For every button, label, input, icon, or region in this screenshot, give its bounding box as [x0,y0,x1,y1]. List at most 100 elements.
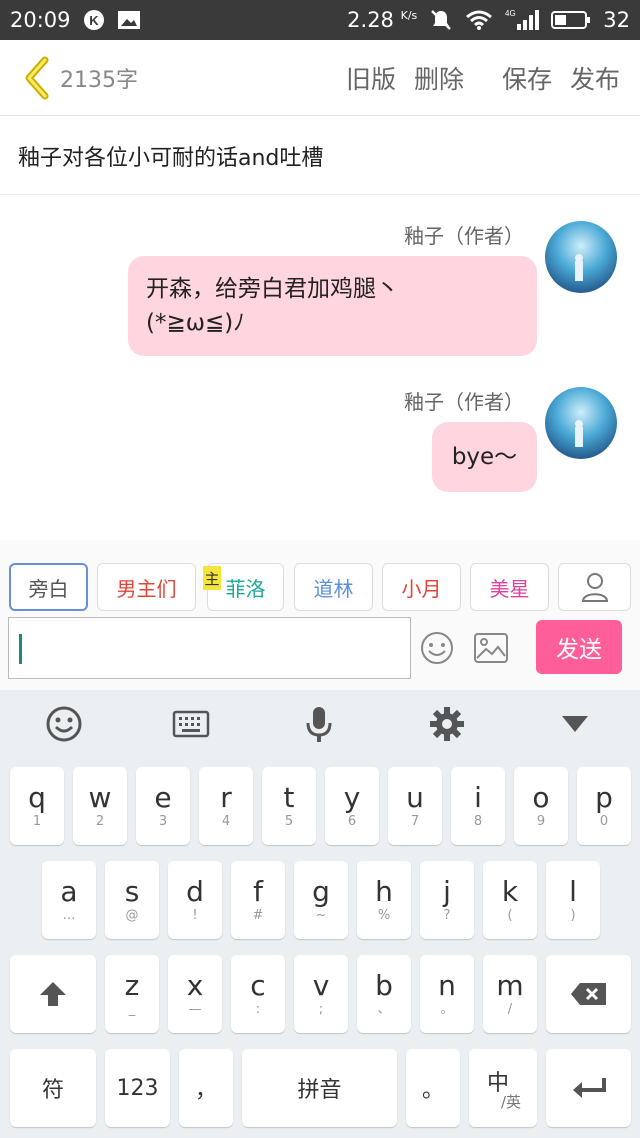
message-text: 开森，给旁白君加鸡腿丶 [146,276,399,302]
key-alt: ~ [315,908,327,923]
message-bubble[interactable]: 开森，给旁白君加鸡腿丶 (*≧ω≦)ﾉ [128,256,537,356]
key-m[interactable]: m / [483,955,537,1033]
role-label: 男主们 [116,576,177,601]
story-title[interactable]: 釉子对各位小可耐的话and吐槽 [0,117,640,195]
key-r[interactable]: r4 [199,767,253,845]
role-label: 小月 [401,576,442,601]
key-j[interactable]: j? [420,861,474,939]
enter-key[interactable] [546,1049,631,1127]
mute-bell-icon [429,8,453,32]
key-d[interactable]: d! [168,861,222,939]
key-c[interactable]: c: [231,955,285,1033]
key-char: 拼音 [297,1078,342,1103]
keyboard-settings-button[interactable] [427,704,467,744]
gear-icon [430,707,464,741]
key-q[interactable]: q1 [10,767,64,845]
key-alt: ) [570,908,576,923]
message-author: 釉子（作者） [404,390,524,414]
emoji-button[interactable] [420,631,454,669]
add-role-button[interactable] [558,563,631,611]
key-v[interactable]: v; [294,955,348,1033]
back-button[interactable] [14,55,60,101]
key-e[interactable]: e3 [136,767,190,845]
shift-arrow-icon [40,982,66,1006]
hide-keyboard-button[interactable] [555,704,595,744]
key-t[interactable]: t5 [262,767,316,845]
role-tab-meixing[interactable]: 美星 [470,563,549,611]
space-key[interactable]: 拼音 [242,1049,397,1127]
key-char: s [124,875,140,908]
key-char: z [124,969,140,1002]
old-version-button[interactable]: 旧版 [346,60,396,96]
shift-key[interactable] [10,955,96,1033]
key-a[interactable]: a… [42,861,96,939]
key-char: f [253,875,263,908]
enter-arrow-icon [572,1078,606,1098]
chevron-down-icon [562,716,588,732]
wifi-icon [465,9,493,31]
number-key[interactable]: 123 [105,1049,170,1127]
main-character-badge: 主 [203,566,221,590]
keyboard-layout-button[interactable] [171,704,211,744]
svg-text:4G: 4G [505,9,516,18]
key-n[interactable]: n。 [420,955,474,1033]
key-char: l [569,875,577,908]
key-alt: 5 [284,814,294,829]
smiley-icon [46,706,82,742]
delete-button[interactable]: 删除 [414,60,464,96]
role-tab-daolin[interactable]: 道林 [294,563,373,611]
period-key[interactable]: 。 [406,1049,460,1127]
key-s[interactable]: s @ [105,861,159,939]
smiley-icon [421,632,453,664]
chat-area: 釉子（作者） 开森，给旁白君加鸡腿丶 (*≧ω≦)ﾉ 釉子（作者） bye～ [0,196,640,540]
back-chevron-icon [25,56,49,99]
key-h[interactable]: h% [357,861,411,939]
key-char: k [501,875,519,908]
status-time: 20:09 [10,8,71,32]
avatar[interactable] [545,387,617,459]
comma-key[interactable]: ， [179,1049,233,1127]
language-switch-key[interactable]: 中 /英 [469,1049,537,1127]
role-tab-xiaoyue[interactable]: 小月 [382,563,461,611]
symbol-key[interactable]: 符 [10,1049,96,1127]
key-l[interactable]: l) [546,861,600,939]
key-b[interactable]: b、 [357,955,411,1033]
person-icon [581,573,608,602]
key-char: t [283,781,295,814]
voice-input-button[interactable] [299,704,339,744]
key-alt: 1 [32,814,42,829]
key-w[interactable]: w2 [73,767,127,845]
key-k[interactable]: k( [483,861,537,939]
key-u[interactable]: u7 [388,767,442,845]
word-count: 2135字 [60,67,138,93]
image-notification-icon [117,10,141,30]
key-p[interactable]: p0 [577,767,631,845]
key-alt: 9 [536,814,546,829]
key-char: g [312,875,330,908]
key-g[interactable]: g ~ [294,861,348,939]
role-tab-narrator[interactable]: 旁白 [9,563,88,611]
emoji-keyboard-button[interactable] [44,704,84,744]
key-alt: / [507,1002,513,1017]
message-input[interactable] [8,617,411,679]
message-bubble[interactable]: bye～ [432,422,537,492]
key-char: r [220,781,232,814]
avatar[interactable] [545,221,617,293]
role-tab-male-leads[interactable]: 男主们 [97,563,196,611]
image-button[interactable] [473,632,509,668]
send-button[interactable]: 发送 [536,620,622,674]
key-i[interactable]: i8 [451,767,505,845]
publish-button[interactable]: 发布 [570,60,620,96]
key-char: ， [194,1078,217,1103]
key-alt: # [252,908,264,923]
key-alt: 4 [221,814,231,829]
key-x[interactable]: x — [168,955,222,1033]
key-f[interactable]: f # [231,861,285,939]
backspace-key[interactable] [546,955,631,1033]
key-y[interactable]: y6 [325,767,379,845]
key-char: i [474,781,482,814]
save-button[interactable]: 保存 [502,60,552,96]
cell-signal-icon: 4G [505,8,540,32]
key-o[interactable]: o9 [514,767,568,845]
key-z[interactable]: z _ [105,955,159,1033]
